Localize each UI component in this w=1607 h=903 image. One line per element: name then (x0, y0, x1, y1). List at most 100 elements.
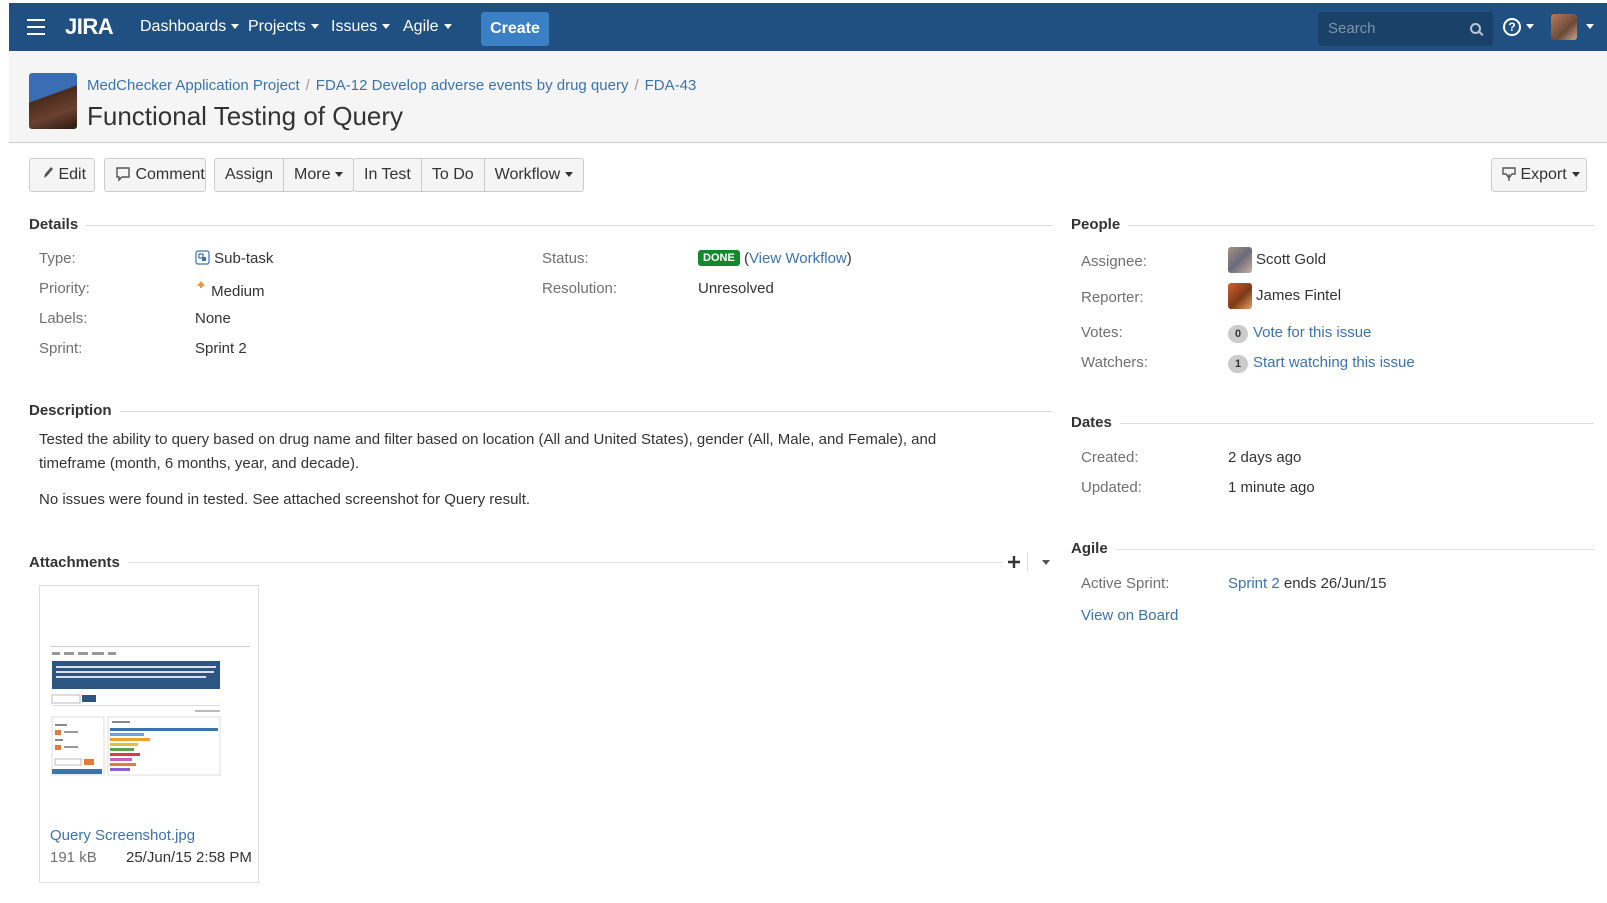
attachment-date: 25/Jun/15 2:58 PM (126, 849, 252, 866)
top-navigation-bar: JIRA Dashboards Projects Issues Agile Cr… (9, 3, 1607, 51)
priority-value: Medium (195, 280, 265, 300)
chevron-down-icon (1571, 172, 1580, 178)
nav-projects-menu[interactable]: Projects (248, 18, 319, 36)
assign-button[interactable]: Assign (215, 159, 285, 191)
chevron-down-icon (231, 24, 240, 30)
active-sprint-value: Sprint 2 ends 26/Jun/15 (1228, 575, 1387, 592)
details-divider (29, 225, 1053, 226)
attachment-options-chevron-icon[interactable] (1042, 560, 1050, 565)
attachment-file-size: 191 kB (50, 849, 97, 866)
breadcrumb-project-link[interactable]: MedChecker Application Project (87, 77, 300, 94)
people-heading[interactable]: People (1071, 216, 1129, 233)
status-label: Status: (542, 250, 589, 267)
agile-divider (1071, 549, 1594, 550)
project-avatar[interactable] (29, 73, 77, 129)
assignee-value[interactable]: Scott Gold (1228, 247, 1326, 273)
attachment-thumbnail[interactable] (50, 646, 250, 807)
description-heading[interactable]: Description (29, 402, 120, 419)
nav-issues-menu[interactable]: Issues (331, 18, 391, 36)
reporter-avatar (1228, 283, 1252, 309)
breadcrumb-issue-key-link[interactable]: FDA-43 (645, 77, 697, 94)
resolution-value: Unresolved (698, 280, 774, 297)
reporter-label: Reporter: (1081, 289, 1144, 306)
add-attachment-icon[interactable] (1007, 555, 1021, 569)
chevron-down-icon (382, 24, 391, 30)
votes-value: 0 Vote for this issue (1228, 324, 1371, 343)
export-icon (1502, 167, 1516, 181)
labels-value[interactable]: None (195, 310, 231, 327)
in-test-transition-button[interactable]: In Test (354, 159, 422, 191)
details-heading[interactable]: Details (29, 216, 87, 233)
attachment-file-name-link[interactable]: Query Screenshot.jpg (50, 827, 195, 844)
vote-for-issue-link[interactable]: Vote for this issue (1253, 324, 1371, 341)
to-do-transition-button[interactable]: To Do (422, 159, 485, 191)
query-screenshot-thumbnail-image (50, 647, 250, 807)
watchers-count-badge: 1 (1228, 355, 1248, 373)
breadcrumb: MedChecker Application Project / FDA-12 De… (87, 77, 697, 94)
labels-label: Labels: (39, 310, 88, 327)
help-menu[interactable]: ? (1503, 18, 1534, 36)
chevron-down-icon[interactable] (1586, 24, 1594, 29)
watchers-label: Watchers: (1081, 354, 1148, 371)
sprint-value: Sprint 2 (195, 340, 247, 357)
jira-issue-page: JIRA Dashboards Projects Issues Agile Cr… (9, 0, 1607, 903)
issue-title[interactable]: Functional Testing of Query (87, 101, 403, 132)
app-switcher-menu-icon[interactable] (27, 19, 45, 35)
attachment-actions (1002, 550, 1054, 574)
dates-heading[interactable]: Dates (1071, 414, 1120, 431)
assignee-avatar (1228, 247, 1252, 273)
breadcrumb-parent-issue-link[interactable]: FDA-12 Develop adverse events by drug qu… (316, 77, 629, 94)
chevron-down-icon (565, 172, 574, 178)
quick-search (1318, 12, 1493, 46)
help-icon: ? (1503, 18, 1521, 36)
votes-label: Votes: (1081, 324, 1123, 341)
search-icon[interactable] (1470, 23, 1481, 34)
status-value: DONE (View Workflow) (698, 250, 852, 267)
agile-heading[interactable]: Agile (1071, 540, 1116, 557)
view-on-board-link[interactable]: View on Board (1081, 607, 1178, 624)
jira-logo[interactable]: JIRA (65, 14, 114, 40)
attachments-heading[interactable]: Attachments (29, 554, 128, 571)
priority-medium-icon (197, 281, 205, 288)
type-value: Sub-task (195, 250, 273, 267)
updated-value: 1 minute ago (1228, 479, 1315, 496)
search-input[interactable] (1328, 20, 1458, 37)
nav-dashboards-menu[interactable]: Dashboards (140, 18, 240, 36)
reporter-value[interactable]: James Fintel (1228, 283, 1341, 309)
start-watching-link[interactable]: Start watching this issue (1253, 354, 1415, 371)
description-paragraph-2[interactable]: No issues were found in tested. See atta… (39, 488, 999, 512)
pencil-icon (44, 167, 53, 178)
created-value: 2 days ago (1228, 449, 1302, 466)
chevron-down-icon (443, 24, 452, 30)
dates-divider (1071, 423, 1594, 424)
workflow-menu-button[interactable]: Workflow (485, 159, 584, 191)
assign-more-group: Assign More (214, 158, 355, 192)
comment-button[interactable]: Comment (104, 158, 206, 192)
chevron-down-icon (310, 24, 319, 30)
description-paragraph-1[interactable]: Tested the ability to query based on dru… (39, 428, 999, 476)
people-divider (1071, 225, 1594, 226)
assignee-label: Assignee: (1081, 253, 1147, 270)
watchers-value: 1 Start watching this issue (1228, 354, 1415, 373)
view-workflow-link[interactable]: View Workflow (749, 250, 847, 267)
subtask-icon (195, 250, 210, 265)
attachment-card[interactable]: Query Screenshot.jpg 191 kB 25/Jun/15 2:… (39, 585, 259, 883)
edit-button[interactable]: Edit (29, 158, 95, 192)
more-actions-button[interactable]: More (284, 159, 353, 191)
updated-label: Updated: (1081, 479, 1142, 496)
export-button[interactable]: Export (1491, 158, 1587, 192)
attachments-divider (29, 562, 1053, 563)
description-divider (29, 411, 1053, 412)
created-label: Created: (1081, 449, 1139, 466)
sprint-label: Sprint: (39, 340, 83, 357)
active-sprint-link[interactable]: Sprint 2 (1228, 575, 1280, 592)
status-lozenge: DONE (698, 250, 740, 266)
nav-agile-menu[interactable]: Agile (403, 18, 452, 36)
chevron-down-icon (1526, 24, 1534, 30)
create-issue-button[interactable]: Create (481, 12, 549, 46)
active-sprint-label: Active Sprint: (1081, 575, 1170, 592)
user-avatar-menu[interactable] (1551, 14, 1577, 40)
type-label: Type: (39, 250, 76, 267)
comment-icon (116, 167, 130, 182)
resolution-label: Resolution: (542, 280, 618, 297)
